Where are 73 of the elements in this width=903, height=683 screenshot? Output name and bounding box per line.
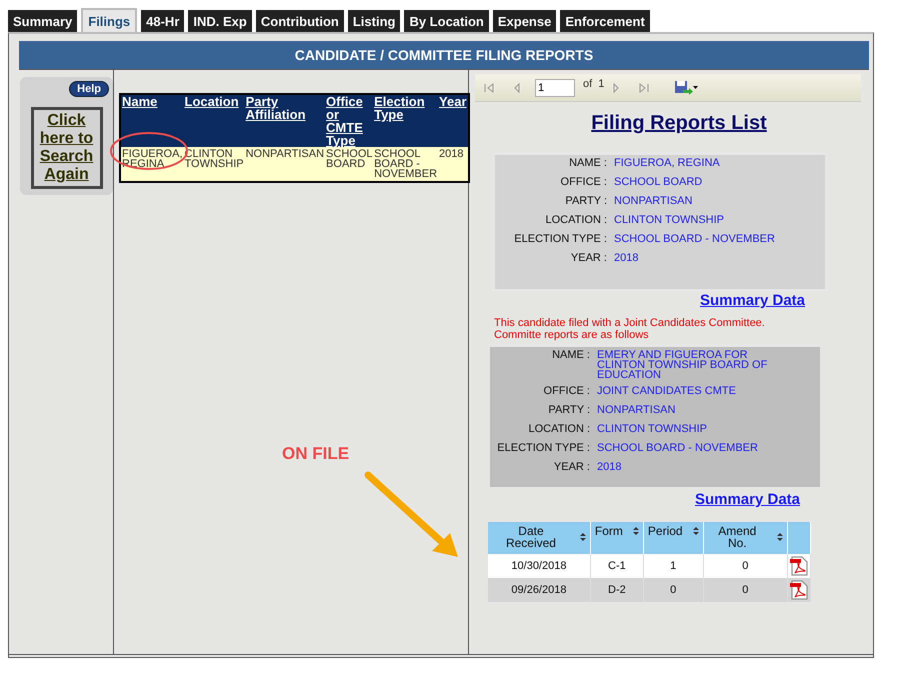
column-header-link[interactable]: Election Type <box>374 95 438 121</box>
field-value: FIGUEROA, REGINA <box>614 156 721 171</box>
tab[interactable]: Listing <box>348 10 400 32</box>
column-header-link[interactable]: Office or CMTE Type <box>326 95 372 147</box>
tab[interactable]: Filings <box>81 8 138 32</box>
table-cell: D-2 <box>590 578 644 602</box>
tab[interactable]: Expense <box>492 10 556 32</box>
field-value: JOINT CANDIDATES CMTE <box>597 384 737 399</box>
table-cell: C-1 <box>590 554 644 578</box>
table-cell: SCHOOL BOARD - NOVEMBER <box>373 147 438 182</box>
table-cell: NONPARTISAN <box>244 147 326 182</box>
field-value: 2018 <box>597 460 622 475</box>
column-header-link[interactable]: Location <box>184 95 244 108</box>
field-label: OFFICE : <box>560 175 607 190</box>
field-value: SCHOOL BOARD - NOVEMBER <box>597 441 759 456</box>
field-label: NAME : <box>568 156 607 171</box>
save-icon[interactable] <box>674 80 698 96</box>
sort-icon[interactable] <box>580 532 586 542</box>
field-value: CLINTON TOWNSHIP <box>597 422 708 437</box>
table-cell: 0 <box>703 554 788 578</box>
table-cell: 0 <box>643 578 704 602</box>
field-label: LOCATION : <box>527 422 590 437</box>
field-label: PARTY : <box>547 403 590 418</box>
field-label: YEAR : <box>570 251 607 266</box>
tab[interactable]: 48-Hr <box>141 10 184 32</box>
summary-data-link[interactable]: Summary Data <box>700 292 805 309</box>
field-label: OFFICE : <box>542 384 590 399</box>
field-label: NAME : <box>551 348 590 363</box>
table-cell: 09/26/2018 <box>488 578 590 602</box>
field-value: EMERY AND FIGUEROA FOR CLINTON TOWNSHIP BOARD OF EDUCATION <box>597 348 768 380</box>
help-button[interactable]: Help <box>69 81 109 97</box>
table-cell: 1 <box>643 554 704 578</box>
search-again-link[interactable]: Click here to Search Again <box>38 112 96 184</box>
field-label: ELECTION TYPE : <box>513 232 607 247</box>
field-value: SCHOOL BOARD - NOVEMBER <box>614 232 776 247</box>
field-label: LOCATION : <box>544 213 607 228</box>
notice-text: This candidate filed with a Joint Candidates Committee. Committe reports are as follows <box>494 317 766 341</box>
pdf-icon[interactable] <box>790 556 808 576</box>
column-header[interactable]: Period <box>643 522 704 554</box>
tab[interactable]: Contribution <box>256 10 344 32</box>
table-cell: 10/30/2018 <box>488 554 590 578</box>
field-value: NONPARTISAN <box>614 194 694 209</box>
sort-icon[interactable] <box>632 526 639 536</box>
column-header-link[interactable]: Name <box>122 95 183 108</box>
column-header[interactable]: Form <box>590 522 644 554</box>
field-value: 2018 <box>614 251 640 266</box>
column-header-link[interactable]: Year <box>439 95 467 108</box>
column-header[interactable]: Date Received <box>488 522 590 554</box>
sort-icon[interactable] <box>692 526 699 536</box>
page-total: 1 <box>598 78 604 90</box>
tab[interactable]: Summary <box>8 10 78 32</box>
field-label: YEAR : <box>552 460 590 475</box>
table-cell: SCHOOL BOARD <box>325 147 374 182</box>
tab[interactable]: By Location <box>404 10 489 32</box>
tab[interactable]: IND. Exp <box>188 10 252 32</box>
column-header[interactable]: Amend No. <box>703 522 788 554</box>
field-value: SCHOOL BOARD <box>614 175 704 190</box>
page-input[interactable]: 1 <box>535 78 575 96</box>
annotation-text: ON FILE <box>282 444 350 464</box>
sort-icon[interactable] <box>777 532 783 542</box>
report-title-link[interactable]: Filing Reports List <box>591 112 767 135</box>
summary-data-link[interactable]: Summary Data <box>694 491 800 508</box>
page-of-label: of <box>583 78 592 90</box>
field-label: PARTY : <box>564 194 607 209</box>
field-value: CLINTON TOWNSHIP <box>614 213 726 228</box>
column-header-link[interactable]: Party Affiliation <box>246 95 324 121</box>
pdf-icon[interactable] <box>790 580 808 600</box>
table-cell: 2018 <box>438 147 469 182</box>
field-label: ELECTION TYPE : <box>496 441 590 456</box>
field-value: NONPARTISAN <box>597 403 676 418</box>
tab[interactable]: Enforcement <box>560 10 650 32</box>
header-title: CANDIDATE / COMMITTEE FILING REPORTS <box>294 47 594 63</box>
table-cell: 0 <box>703 578 788 602</box>
